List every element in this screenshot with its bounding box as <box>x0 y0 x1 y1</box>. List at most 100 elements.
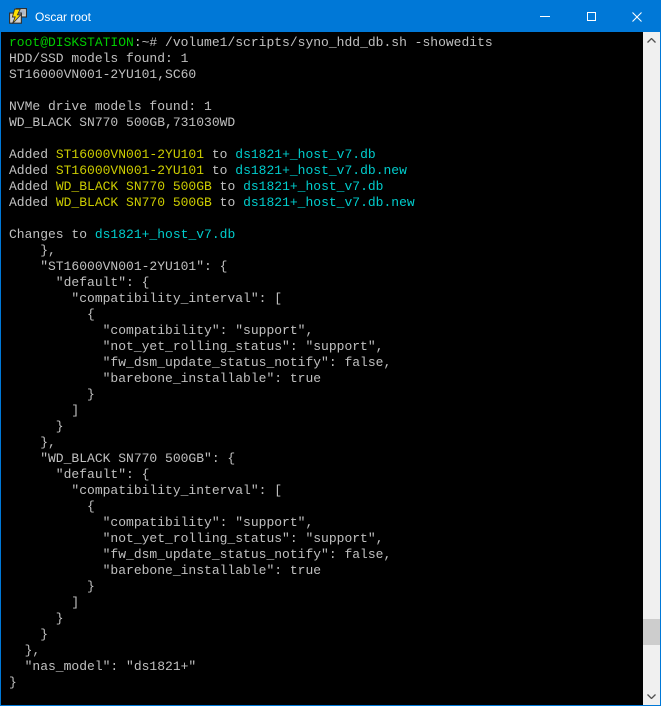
terminal-text-segment: WD_BLACK SN770 500GB,731030WD <box>9 115 235 130</box>
terminal-text-segment: }, <box>9 243 56 258</box>
terminal-line: }, <box>9 243 643 259</box>
terminal-line: } <box>9 675 643 691</box>
chevron-down-icon <box>647 694 656 699</box>
terminal-line: "not_yet_rolling_status": "support", <box>9 531 643 547</box>
terminal-line: } <box>9 611 643 627</box>
terminal-text-segment: ds1821+_host_v7.db <box>95 227 235 242</box>
terminal-line: HDD/SSD models found: 1 <box>9 51 643 67</box>
terminal-text-segment: to <box>204 163 235 178</box>
terminal-line: { <box>9 499 643 515</box>
terminal-line: WD_BLACK SN770 500GB,731030WD <box>9 115 643 131</box>
terminal-text-segment: ST16000VN001-2YU101 <box>56 163 204 178</box>
terminal-line: "fw_dsm_update_status_notify": false, <box>9 355 643 371</box>
terminal-text-segment: "compatibility": "support", <box>9 323 313 338</box>
terminal-text-segment: Added <box>9 179 56 194</box>
terminal-line: Added ST16000VN001-2YU101 to ds1821+_hos… <box>9 147 643 163</box>
terminal-text-segment: } <box>9 611 64 626</box>
terminal-text-segment: ds1821+_host_v7.db.new <box>235 163 407 178</box>
terminal-line: } <box>9 387 643 403</box>
terminal-text-segment: } <box>9 387 95 402</box>
terminal-line: NVMe drive models found: 1 <box>9 99 643 115</box>
terminal-text-segment: }, <box>9 435 56 450</box>
terminal-line: }, <box>9 435 643 451</box>
terminal-text-segment: to <box>212 179 243 194</box>
terminal-text-segment: ds1821+_host_v7.db <box>243 179 383 194</box>
terminal-text-segment: WD_BLACK SN770 500GB <box>56 179 212 194</box>
maximize-icon <box>587 12 596 21</box>
terminal-line: "compatibility_interval": [ <box>9 291 643 307</box>
terminal-text-segment: ] <box>9 595 79 610</box>
terminal-text-segment: "default": { <box>9 467 149 482</box>
terminal-text-segment: } <box>9 419 64 434</box>
terminal-text-segment: HDD/SSD models found: 1 <box>9 51 188 66</box>
terminal-text-segment: Added <box>9 147 56 162</box>
terminal-text-segment: "WD_BLACK SN770 500GB": { <box>9 451 235 466</box>
terminal-text-segment: NVMe drive models found: 1 <box>9 99 212 114</box>
titlebar[interactable]: Oscar root <box>1 1 660 32</box>
minimize-button[interactable] <box>522 1 568 32</box>
terminal-text-segment: "default": { <box>9 275 149 290</box>
terminal-line: "not_yet_rolling_status": "support", <box>9 339 643 355</box>
terminal-text-segment: ST16000VN001-2YU101,SC60 <box>9 67 196 82</box>
terminal-text-segment: ST16000VN001-2YU101 <box>56 147 204 162</box>
scrollbar-track[interactable] <box>643 49 660 688</box>
terminal-line: } <box>9 627 643 643</box>
terminal-line: { <box>9 307 643 323</box>
terminal-line: "default": { <box>9 467 643 483</box>
terminal-line: ST16000VN001-2YU101,SC60 <box>9 67 643 83</box>
terminal-line: "barebone_installable": true <box>9 371 643 387</box>
terminal-text-segment: "fw_dsm_update_status_notify": false, <box>9 355 391 370</box>
terminal-line: "compatibility": "support", <box>9 323 643 339</box>
terminal-line: ] <box>9 595 643 611</box>
terminal-text-segment: } <box>9 579 95 594</box>
window-title: Oscar root <box>35 10 522 24</box>
terminal-line: }, <box>9 643 643 659</box>
terminal-text-segment: "compatibility": "support", <box>9 515 313 530</box>
scroll-down-button[interactable] <box>643 688 660 705</box>
terminal-line: "compatibility_interval": [ <box>9 483 643 499</box>
terminal-line: "nas_model": "ds1821+" <box>9 659 643 675</box>
terminal-text-segment: to <box>212 195 243 210</box>
scrollbar[interactable] <box>643 32 660 705</box>
terminal-text-segment: "not_yet_rolling_status": "support", <box>9 339 383 354</box>
terminal-line: "WD_BLACK SN770 500GB": { <box>9 451 643 467</box>
terminal-text-segment: Added <box>9 163 56 178</box>
maximize-button[interactable] <box>568 1 614 32</box>
terminal-text-segment: } <box>9 627 48 642</box>
terminal-text-segment: ] <box>9 403 79 418</box>
terminal-text-segment: } <box>9 675 17 690</box>
terminal-text-segment: root@DISKSTATION <box>9 35 134 50</box>
putty-app-icon <box>9 8 27 26</box>
terminal-line <box>9 131 643 147</box>
window-controls <box>522 1 660 32</box>
terminal-line: "compatibility": "support", <box>9 515 643 531</box>
terminal-text-segment: "nas_model": "ds1821+" <box>9 659 196 674</box>
terminal-line: Added WD_BLACK SN770 500GB to ds1821+_ho… <box>9 195 643 211</box>
scrollbar-thumb[interactable] <box>643 619 660 645</box>
terminal-line <box>9 211 643 227</box>
terminal-line: "ST16000VN001-2YU101": { <box>9 259 643 275</box>
terminal-text-segment: ds1821+_host_v7.db <box>235 147 375 162</box>
terminal-output[interactable]: root@DISKSTATION:~# /volume1/scripts/syn… <box>1 32 643 705</box>
terminal-text-segment: "fw_dsm_update_status_notify": false, <box>9 547 391 562</box>
chevron-up-icon <box>647 38 656 43</box>
terminal-text-segment: { <box>9 307 95 322</box>
terminal-text-segment: to <box>204 147 235 162</box>
terminal-text-segment: Added <box>9 195 56 210</box>
scroll-up-button[interactable] <box>643 32 660 49</box>
terminal-line: } <box>9 579 643 595</box>
terminal-text-segment: "compatibility_interval": [ <box>9 483 282 498</box>
terminal-text-segment: ds1821+_host_v7.db.new <box>243 195 415 210</box>
terminal-line: Added WD_BLACK SN770 500GB to ds1821+_ho… <box>9 179 643 195</box>
terminal-text-segment: "ST16000VN001-2YU101": { <box>9 259 227 274</box>
terminal-text-segment: Changes to <box>9 227 95 242</box>
terminal-text-segment: "barebone_installable": true <box>9 563 321 578</box>
terminal-line: "default": { <box>9 275 643 291</box>
terminal-line: } <box>9 419 643 435</box>
close-icon <box>632 12 642 22</box>
terminal-line: "fw_dsm_update_status_notify": false, <box>9 547 643 563</box>
close-button[interactable] <box>614 1 660 32</box>
terminal-text-segment: "barebone_installable": true <box>9 371 321 386</box>
terminal-line <box>9 83 643 99</box>
putty-window: Oscar root root@DISKSTATION:~# /volume1/… <box>0 0 661 706</box>
